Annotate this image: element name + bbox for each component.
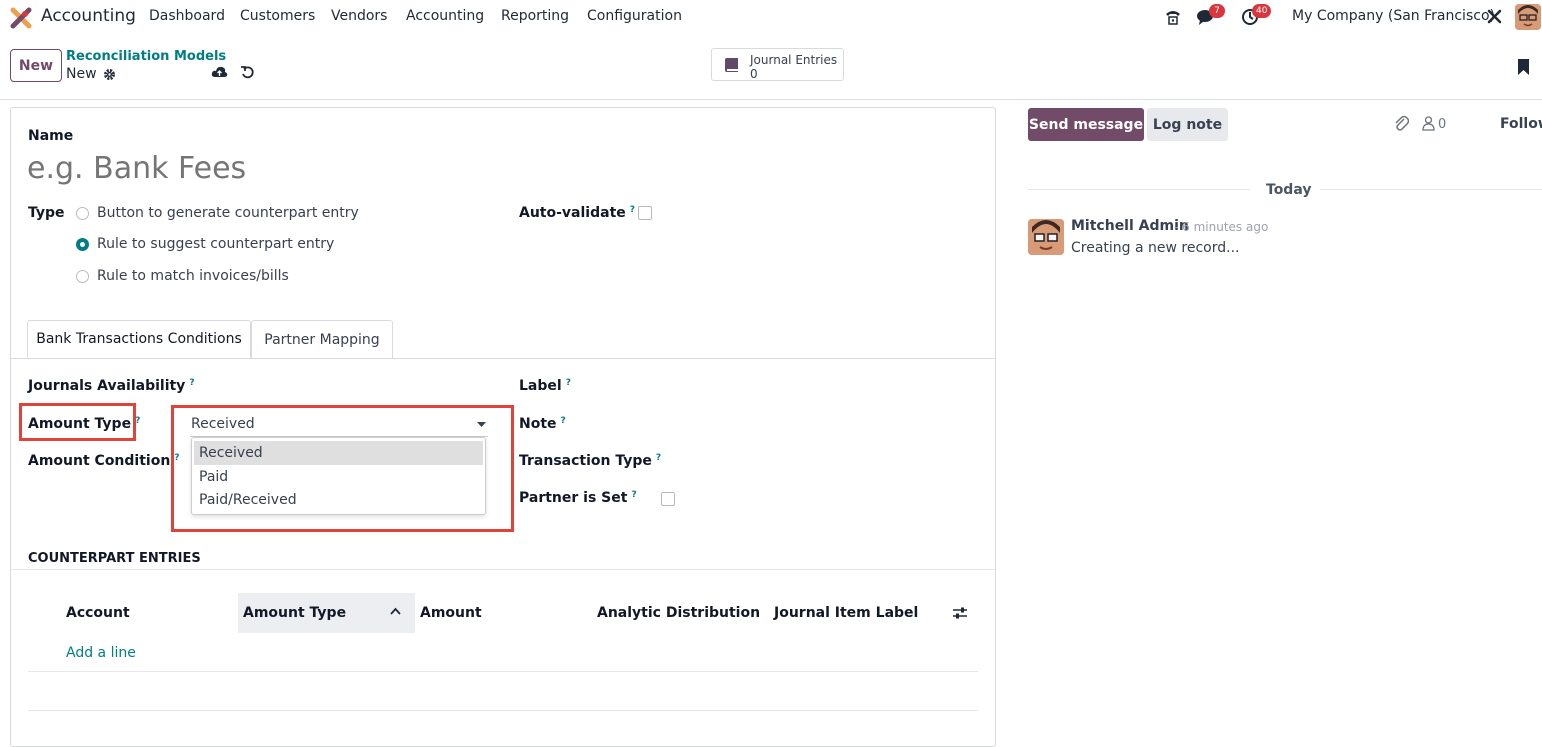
- help-icon[interactable]: ?: [631, 490, 636, 500]
- followers-count: 0: [1438, 117, 1447, 132]
- messages-badge: 7: [1209, 4, 1225, 18]
- type-radio-button-option[interactable]: [76, 207, 89, 220]
- help-icon[interactable]: ?: [561, 416, 566, 426]
- transaction-type-text: Transaction Type: [519, 453, 652, 469]
- book-icon: [725, 58, 738, 72]
- amount-condition-label: Amount Condition?: [28, 453, 180, 469]
- name-input[interactable]: [27, 148, 967, 188]
- date-separator-line-right: [1320, 189, 1542, 190]
- tab-partner-mapping[interactable]: Partner Mapping: [251, 320, 393, 358]
- menu-reporting[interactable]: Reporting: [501, 8, 569, 24]
- message-author-avatar[interactable]: [1028, 219, 1064, 255]
- type-label: Type: [28, 205, 65, 221]
- date-separator: Today: [1266, 182, 1312, 198]
- bookmark-icon[interactable]: [1517, 58, 1530, 76]
- message-author-name[interactable]: Mitchell Admin: [1071, 218, 1189, 234]
- debug-tools-icon[interactable]: [1486, 8, 1503, 25]
- optional-columns-sliders-icon[interactable]: [952, 606, 968, 620]
- help-icon[interactable]: ?: [630, 205, 635, 215]
- journals-availability-text: Journals Availability: [28, 378, 186, 394]
- menu-vendors[interactable]: Vendors: [331, 8, 387, 24]
- table-footer-divider: [28, 710, 978, 711]
- company-switcher[interactable]: My Company (San Francisco): [1292, 8, 1495, 24]
- author-avatar-image: [1028, 219, 1064, 255]
- type-radio-rule-suggest[interactable]: [76, 238, 89, 251]
- paperclip-icon[interactable]: [1393, 114, 1409, 132]
- menu-accounting[interactable]: Accounting: [406, 8, 484, 24]
- journal-entries-smart-button[interactable]: Journal Entries 0: [711, 48, 844, 81]
- message-body: Creating a new record...: [1071, 240, 1240, 256]
- discard-undo-icon[interactable]: [240, 65, 255, 80]
- column-journal-item-label[interactable]: Journal Item Label: [774, 605, 918, 621]
- new-button[interactable]: New: [10, 49, 62, 82]
- section-divider: [11, 569, 995, 570]
- type-radio-rule-match[interactable]: [76, 270, 89, 283]
- help-icon[interactable]: ?: [566, 378, 571, 388]
- follow-button[interactable]: Follow: [1500, 116, 1542, 132]
- column-account[interactable]: Account: [66, 605, 130, 621]
- smart-button-value: 0: [750, 67, 758, 81]
- top-navbar: Accounting Dashboard Customers Vendors A…: [0, 0, 1542, 35]
- app-name[interactable]: Accounting: [41, 6, 136, 26]
- smart-button-label: Journal Entries: [750, 53, 838, 67]
- name-label: Name: [28, 128, 74, 144]
- user-avatar-image: [1515, 4, 1541, 30]
- send-message-button[interactable]: Send message: [1028, 108, 1144, 141]
- user-avatar[interactable]: [1515, 4, 1541, 30]
- counterpart-entries-title: COUNTERPART ENTRIES: [28, 551, 201, 566]
- column-amount-type[interactable]: Amount Type: [243, 605, 346, 621]
- note-field-label: Note?: [519, 416, 566, 432]
- transaction-type-label: Transaction Type?: [519, 453, 661, 469]
- partner-is-set-label: Partner is Set?: [519, 490, 637, 506]
- auto-validate-text: Auto-validate: [519, 205, 626, 221]
- phone-icon[interactable]: [1164, 8, 1182, 26]
- auto-validate-checkbox[interactable]: [638, 206, 652, 220]
- breadcrumb-reconciliation-models[interactable]: Reconciliation Models: [66, 49, 226, 64]
- breadcrumb-current: New: [66, 66, 97, 82]
- amount-condition-text: Amount Condition: [28, 453, 171, 469]
- sort-ascending-icon[interactable]: [390, 607, 401, 615]
- menu-configuration[interactable]: Configuration: [587, 8, 682, 24]
- help-icon[interactable]: ?: [656, 453, 661, 463]
- save-cloud-icon[interactable]: [211, 65, 228, 79]
- type-option-label[interactable]: Rule to suggest counterpart entry: [97, 236, 334, 252]
- tab-bank-transactions-conditions[interactable]: Bank Transactions Conditions: [27, 320, 251, 358]
- activities-badge: 40: [1252, 4, 1272, 18]
- date-separator-line-left: [1028, 189, 1250, 190]
- journals-availability-label: Journals Availability?: [28, 378, 195, 394]
- auto-validate-label: Auto-validate?: [519, 205, 635, 221]
- partner-is-set-text: Partner is Set: [519, 490, 628, 506]
- type-option-label[interactable]: Button to generate counterpart entry: [97, 205, 359, 221]
- highlight-box-amount-type-label: [19, 403, 136, 441]
- control-panel: New Reconciliation Models New Journal En…: [0, 35, 1542, 100]
- highlight-box-amount-type-dropdown: [171, 405, 514, 532]
- table-row-divider: [28, 671, 978, 672]
- column-analytic-distribution[interactable]: Analytic Distribution: [597, 605, 760, 621]
- menu-dashboard[interactable]: Dashboard: [149, 8, 225, 24]
- tabs-divider: [11, 358, 995, 359]
- followers-user-icon[interactable]: [1422, 116, 1435, 131]
- note-field-text: Note: [519, 416, 557, 432]
- message-timestamp: - 6 minutes ago: [1174, 220, 1269, 234]
- partner-is-set-checkbox[interactable]: [661, 492, 675, 506]
- help-icon[interactable]: ?: [189, 378, 194, 388]
- label-field-text: Label: [519, 378, 562, 394]
- accounting-app-icon[interactable]: [10, 7, 32, 29]
- add-a-line-link[interactable]: Add a line: [66, 645, 136, 661]
- gear-icon[interactable]: [103, 68, 116, 81]
- column-amount[interactable]: Amount: [420, 605, 482, 621]
- label-field-label: Label?: [519, 378, 571, 394]
- menu-customers[interactable]: Customers: [240, 8, 315, 24]
- log-note-button[interactable]: Log note: [1147, 108, 1228, 141]
- type-option-label[interactable]: Rule to match invoices/bills: [97, 268, 289, 284]
